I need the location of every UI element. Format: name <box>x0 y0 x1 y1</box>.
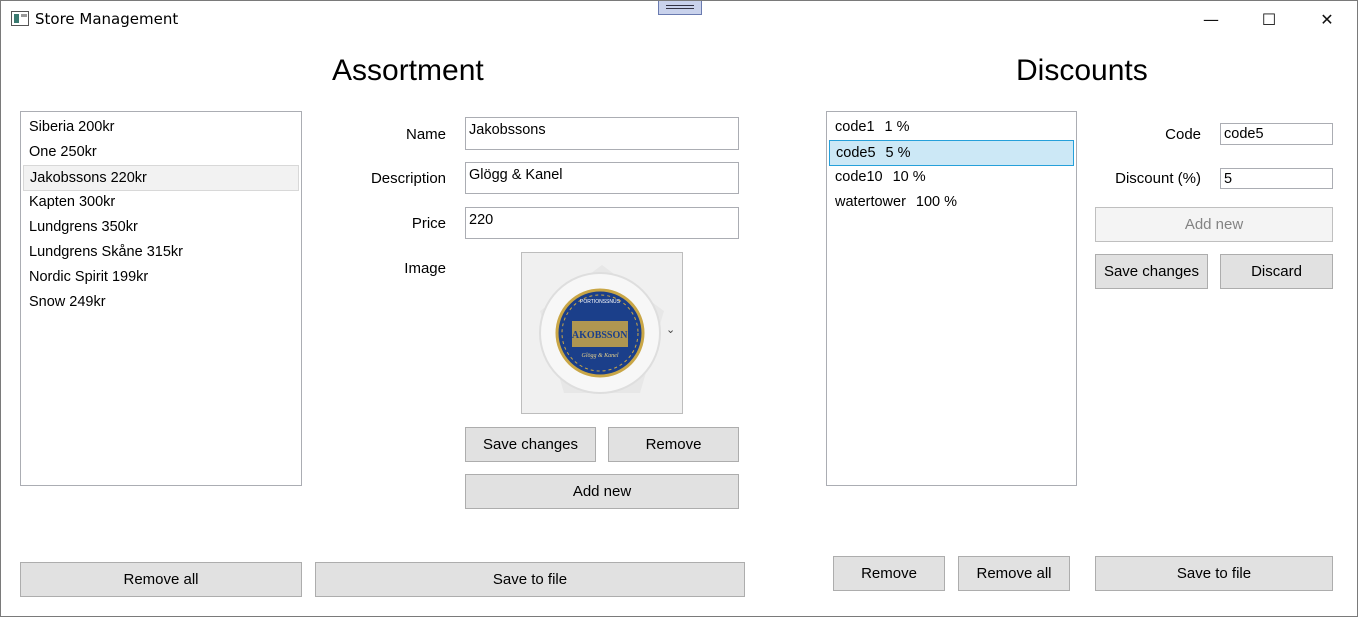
drag-handle[interactable] <box>658 0 702 15</box>
assortment-remove-button[interactable]: Remove <box>608 427 739 462</box>
description-field[interactable]: Glögg & Kanel <box>465 162 739 194</box>
product-image: PORTIONSSNUS JAKOBSSONS Glögg & Kanel <box>539 265 664 394</box>
name-label: Name <box>405 126 446 143</box>
close-icon: ✕ <box>1320 9 1334 29</box>
can-brand-text: JAKOBSSONS <box>567 330 634 341</box>
app-icon <box>11 11 29 26</box>
discount-remove-button[interactable]: Remove <box>833 556 945 591</box>
discount-code: code1 <box>835 119 875 135</box>
maximize-icon: ☐ <box>1261 9 1277 29</box>
minimize-button[interactable]: — <box>1182 0 1240 38</box>
discount-save-to-file-button[interactable]: Save to file <box>1095 556 1333 591</box>
close-button[interactable]: ✕ <box>1298 0 1356 38</box>
discount-label: Discount (%) <box>1115 170 1201 187</box>
maximize-button[interactable]: ☐ <box>1240 0 1298 38</box>
list-item[interactable]: Nordic Spirit 199kr <box>23 265 299 289</box>
list-item[interactable]: Lundgrens Skåne 315kr <box>23 240 299 264</box>
list-item[interactable]: One 250kr <box>23 140 299 164</box>
price-field[interactable]: 220 <box>465 207 739 239</box>
discount-list[interactable]: code1 1 % code5 5 % code10 10 % watertower 100 … <box>826 111 1077 486</box>
list-item[interactable]: Snow 249kr <box>23 290 299 314</box>
discounts-heading: Discounts <box>1016 54 1148 87</box>
discount-field[interactable]: 5 <box>1220 168 1333 189</box>
image-selector[interactable]: PORTIONSSNUS JAKOBSSONS Glögg & Kanel ⌄ <box>521 252 683 414</box>
price-label: Price <box>411 215 446 232</box>
discount-list-item[interactable]: code5 5 % <box>829 140 1074 166</box>
discount-code: code10 <box>835 169 883 185</box>
list-item[interactable]: Lundgrens 350kr <box>23 215 299 239</box>
discount-list-item[interactable]: watertower 100 % <box>829 190 1074 214</box>
discount-discard-button[interactable]: Discard <box>1220 254 1333 289</box>
name-field[interactable]: Jakobssons <box>465 117 739 150</box>
discount-add-new-button[interactable]: Add new <box>1095 207 1333 242</box>
can-flavor-text: Glögg & Kanel <box>582 353 619 359</box>
discount-percent: 1 % <box>884 119 910 135</box>
assortment-heading: Assortment <box>332 54 484 87</box>
list-item[interactable]: Kapten 300kr <box>23 190 299 214</box>
discount-code: code5 <box>836 145 876 161</box>
discount-percent: 10 % <box>892 169 926 185</box>
code-field[interactable]: code5 <box>1220 123 1333 145</box>
code-label: Code <box>1165 126 1201 143</box>
discount-code: watertower <box>835 194 906 210</box>
discount-list-item[interactable]: code1 1 % <box>829 115 1074 139</box>
assortment-save-to-file-button[interactable]: Save to file <box>315 562 745 597</box>
assortment-remove-all-button[interactable]: Remove all <box>20 562 302 597</box>
discount-save-changes-button[interactable]: Save changes <box>1095 254 1208 289</box>
chevron-down-icon[interactable]: ⌄ <box>666 323 675 336</box>
can-top-text: PORTIONSSNUS <box>580 299 621 305</box>
assortment-save-changes-button[interactable]: Save changes <box>465 427 596 462</box>
discount-percent: 100 % <box>915 194 958 210</box>
list-item[interactable]: Siberia 200kr <box>23 115 299 139</box>
list-item[interactable]: Jakobssons 220kr <box>23 165 299 191</box>
description-label: Description <box>370 170 446 187</box>
minimize-icon: — <box>1203 9 1219 29</box>
assortment-list[interactable]: Siberia 200kr One 250kr Jakobssons 220kr Ka… <box>20 111 302 486</box>
window-title: Store Management <box>35 10 179 28</box>
discount-list-item[interactable]: code10 10 % <box>829 165 1074 189</box>
image-label: Image <box>404 260 446 277</box>
assortment-add-new-button[interactable]: Add new <box>465 474 739 509</box>
discount-percent: 5 % <box>885 145 911 161</box>
discount-remove-all-button[interactable]: Remove all <box>958 556 1070 591</box>
